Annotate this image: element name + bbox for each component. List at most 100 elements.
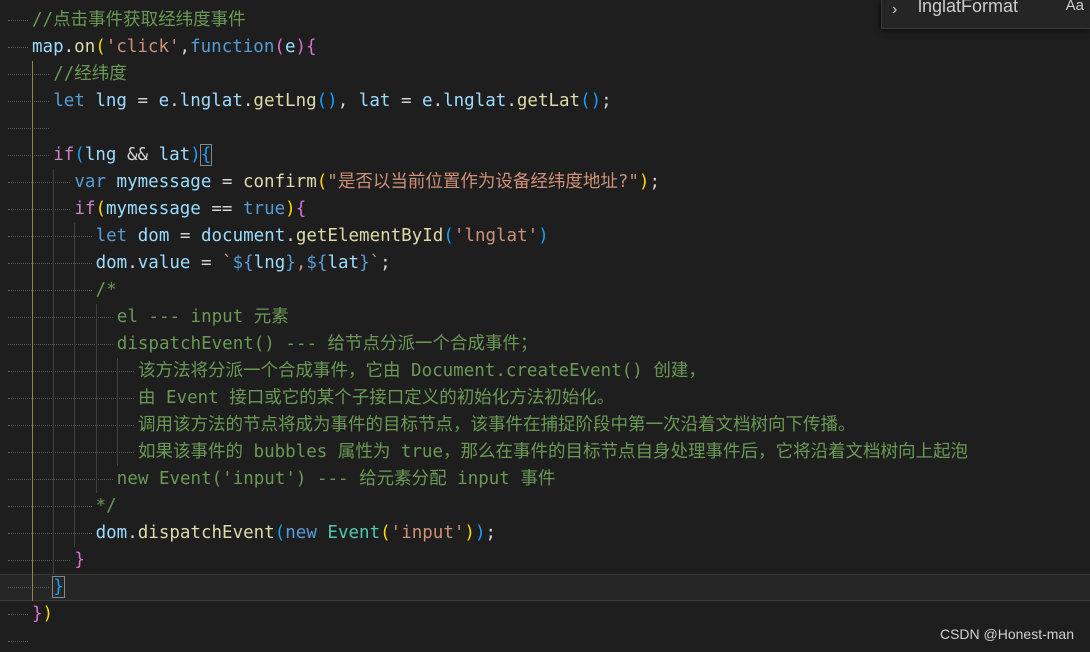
code-token: dom [95,523,128,543]
indent-guide [32,88,33,115]
code-line[interactable] [0,628,1090,652]
whitespace-marker [8,641,28,643]
find-widget[interactable]: › lnglatFormat Aa [881,0,1090,29]
indent-guide [53,223,55,250]
code-text: el --- input 元素 [117,304,289,331]
code-token: lnglat [179,91,243,111]
indent-guide [95,412,97,439]
code-token: 调用该方法的节点将成为事件的目标节点，该事件在捕捉阶段中第一次沿着文档树向下传播… [138,415,856,435]
code-line[interactable]: }) [0,601,1090,628]
code-token: 'lnglat' [453,226,539,246]
code-token: let [53,91,85,111]
indent-guide [53,466,55,493]
code-token: 'click' [105,37,180,57]
indent-guide [95,358,97,385]
code-token: = [169,226,201,246]
indent-guide [74,493,76,520]
code-line[interactable]: if(mymessage == true){ [0,196,1090,223]
code-token: ( [443,226,454,246]
match-case-toggle[interactable]: Aa [1066,0,1084,14]
indent-guide [74,439,76,466]
code-line[interactable]: 由 Event 接口或它的某个子接口定义的初始化方法初始化。 [0,385,1090,412]
indent-guide [32,196,33,223]
whitespace-marker [8,533,92,535]
whitespace-marker [8,290,92,292]
code-token: ${ [306,253,328,273]
code-token: e [158,91,170,111]
indent-guide [95,304,97,331]
code-editor[interactable]: //点击事件获取经纬度事件 map.on('click',function(e){… [0,0,1090,652]
code-line[interactable] [0,115,1090,142]
indent-guide [32,466,33,493]
code-token: . [169,91,180,111]
indent-guide [116,358,118,385]
code-line[interactable]: */ [0,493,1090,520]
whitespace-marker [8,587,50,589]
code-token: () [316,91,338,111]
code-token: , [295,253,307,273]
code-token: el --- input 元素 [116,307,289,327]
code-token: ${ [232,253,254,273]
code-token: ( [74,145,85,165]
code-line[interactable]: dom.dispatchEvent(new Event('input')); [0,520,1090,547]
code-lines[interactable]: //点击事件获取经纬度事件 map.on('click',function(e){… [0,7,1090,652]
indent-guide [53,277,55,304]
find-input[interactable]: lnglatFormat [918,0,1018,17]
code-line[interactable]: /* [0,277,1090,304]
code-line[interactable]: var mymessage = confirm("是否以当前位置作为设备经纬度地… [0,169,1090,196]
code-token: ( [274,37,285,57]
code-token: } [359,253,370,273]
code-token: lnglat [443,91,507,111]
code-line[interactable]: el --- input 元素 [0,304,1090,331]
code-line[interactable]: dispatchEvent() --- 给节点分派一个合成事件； [0,331,1090,358]
code-token: . [63,37,75,57]
indent-guide [53,169,55,196]
code-token: map [32,37,64,57]
code-token: ` [222,253,233,273]
code-token: ) [295,37,307,57]
code-line[interactable]: dom.value = `${lng},${lat}`; [0,250,1090,277]
code-line[interactable]: } [0,574,1090,601]
code-token: document [200,226,286,246]
code-line[interactable]: 调用该方法的节点将成为事件的目标节点，该事件在捕捉阶段中第一次沿着文档树向下传播… [0,412,1090,439]
code-token: } [285,253,296,273]
indent-guide [95,466,97,493]
watermark: CSDN @Honest-man [939,626,1074,642]
code-token: ; [485,523,497,543]
code-token: ; [649,172,660,192]
code-token: 如果该事件的 bubbles 属性为 true，那么在事件的目标节点自身处理事件… [138,442,968,462]
code-token: , [337,91,359,111]
code-token: ) [464,523,475,543]
chevron-right-icon[interactable]: › [892,1,897,19]
whitespace-marker [8,20,28,22]
code-line[interactable]: //经纬度 [0,61,1090,88]
code-line[interactable]: if(lng && lat){ [0,142,1090,169]
code-token: getElementById [295,226,444,246]
whitespace-marker [8,398,134,400]
code-line[interactable]: 该方法将分派一个合成事件，它由 Document.createEvent() 创… [0,358,1090,385]
indent-guide [53,493,55,520]
code-text: 由 Event 接口或它的某个子接口定义的初始化方法初始化。 [138,385,614,412]
code-line[interactable]: 如果该事件的 bubbles 属性为 true，那么在事件的目标节点自身处理事件… [0,439,1090,466]
code-token: ( [274,523,286,543]
indent-guide [53,520,55,547]
whitespace-marker [8,209,71,211]
code-token: = [211,172,243,192]
code-token: //点击事件获取经纬度事件 [32,10,246,30]
code-line[interactable]: map.on('click',function(e){ [0,34,1090,61]
code-token: true [243,199,286,219]
code-token: */ [95,496,117,516]
code-text: dispatchEvent() --- 给节点分派一个合成事件； [117,331,538,358]
code-token: } [32,604,43,624]
code-token: ( [316,172,328,192]
code-token: lat [358,91,391,111]
code-line[interactable]: } [0,547,1090,574]
whitespace-marker [8,128,50,130]
code-line[interactable]: let lng = e.lnglat.getLng(), lat = e.lng… [0,88,1090,115]
code-line[interactable]: new Event('input') --- 给元素分配 input 事件 [0,466,1090,493]
code-line[interactable]: let dom = document.getElementById('lngla… [0,223,1090,250]
code-token: ( [380,523,391,543]
indent-guide [32,574,33,601]
